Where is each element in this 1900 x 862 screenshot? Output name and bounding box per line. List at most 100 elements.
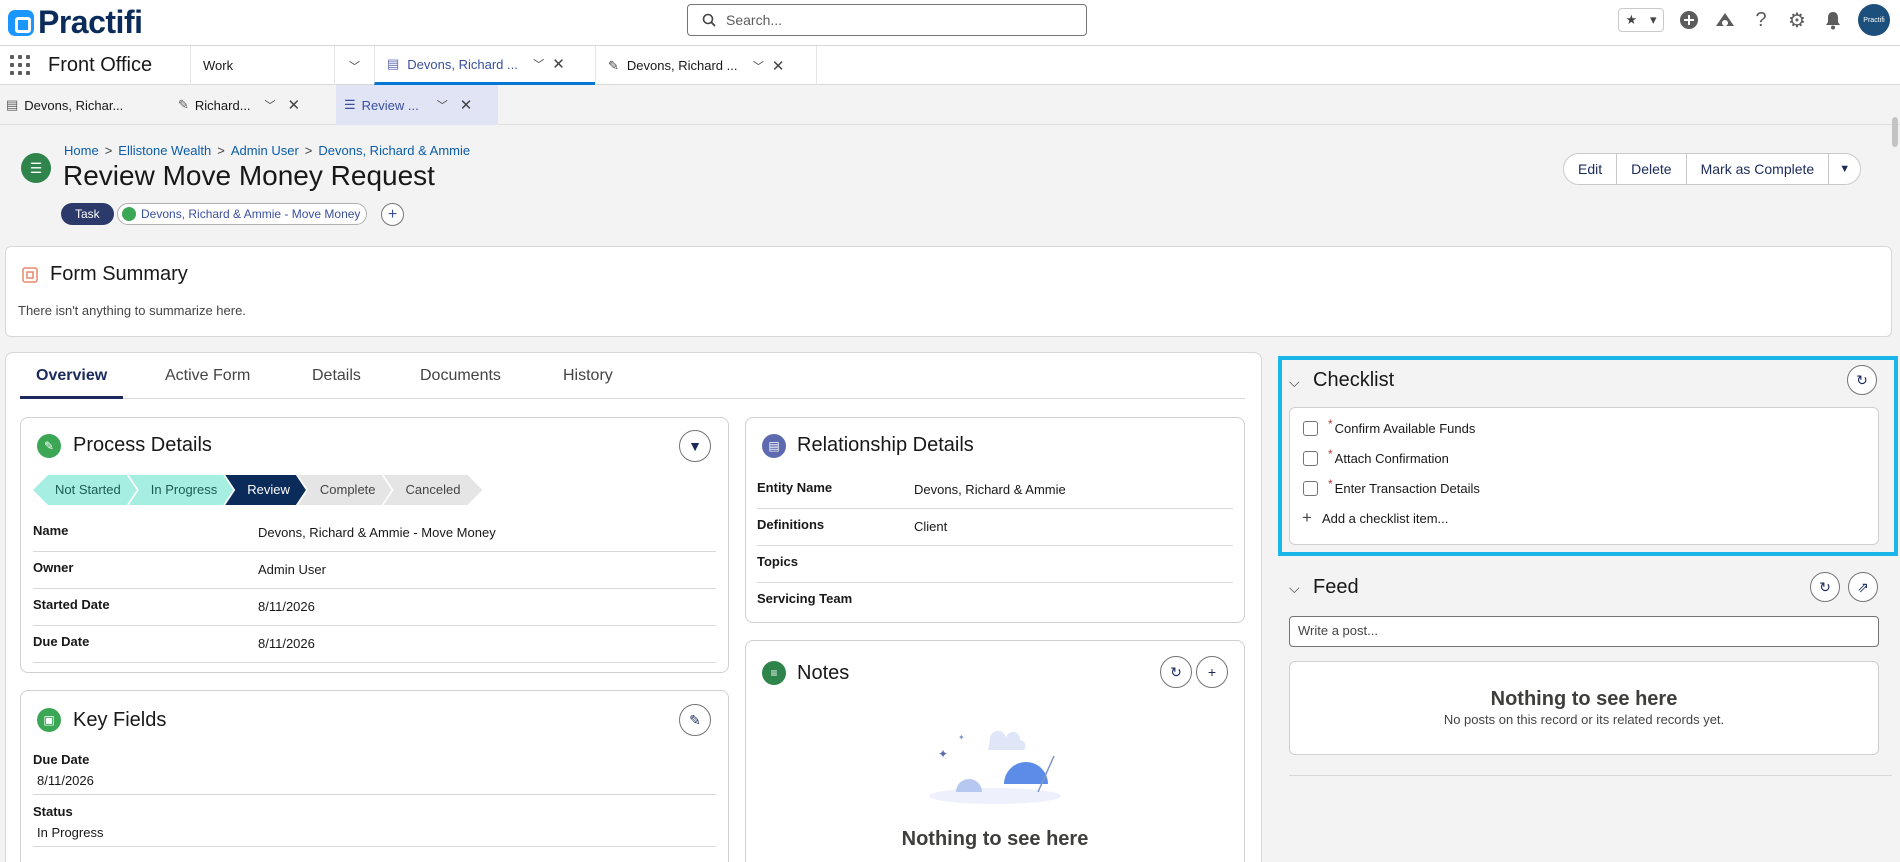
checkbox[interactable] [1303,450,1318,466]
practifi-logo[interactable]: Practifi [8,4,143,41]
add-checklist-item[interactable]: + Add a checklist item... [1302,508,1448,528]
plus-icon: + [1302,508,1312,527]
owner-link[interactable]: Admin User [258,562,326,577]
plus-icon: + [1207,664,1217,680]
stage-not-started[interactable]: Not Started [33,475,137,505]
stage-complete[interactable]: Complete [298,475,392,505]
divider [1289,775,1892,776]
account-icon: ▤ [6,97,19,112]
popout-feed-button[interactable]: ⇗ [1848,572,1878,602]
mark-complete-button[interactable]: Mark as Complete [1685,154,1829,184]
checkbox[interactable] [1303,480,1318,496]
delete-button[interactable]: Delete [1616,154,1685,184]
edit-button[interactable]: Edit [1564,154,1616,184]
page-scrollbar[interactable] [1892,117,1898,147]
form-summary-title: Form Summary [50,263,188,285]
checkbox[interactable] [1303,420,1318,436]
field-row-owner: Owner Admin User [33,552,716,589]
close-icon[interactable]: ✕ [552,55,565,73]
chevron-down-icon: ﹀ [349,60,360,73]
user-avatar[interactable]: Practifi [1858,4,1890,36]
favorites-button[interactable]: ★ ▾ [1618,8,1664,32]
chevron-down-icon[interactable]: ﹀ [533,56,544,72]
subtab-richard[interactable]: ✎ Richard... ﹀ ✕ [172,85,324,125]
process-icon: ✎ [37,434,61,458]
more-actions-dropdown[interactable]: ▼ [1828,154,1860,184]
tab-active-form[interactable]: Active Form [165,352,250,399]
relationship-details-title: Relationship Details [797,434,974,456]
svg-text:✦: ✦ [958,733,965,742]
breadcrumb: Home > Ellistone Wealth > Admin User > D… [64,143,471,158]
task-icon: ✎ [608,57,619,73]
related-record-pill[interactable]: Devons, Richard & Ammie - Move Money [117,203,368,225]
stage-in-progress[interactable]: In Progress [129,475,233,505]
close-icon[interactable]: ✕ [288,96,301,114]
chevron-down-icon[interactable]: ﹀ [265,97,276,113]
chevron-down-icon[interactable]: ⌵ [1289,580,1300,597]
tab-documents[interactable]: Documents [420,352,501,399]
add-related-button[interactable]: + [381,203,404,226]
breadcrumb-ellistone[interactable]: Ellistone Wealth [118,143,211,158]
logo-icon [8,9,34,36]
global-actions-icon[interactable] [1678,9,1700,31]
refresh-feed-button[interactable]: ↻ [1810,572,1840,602]
record-type-badge: Task [61,203,114,225]
bell-icon[interactable] [1822,9,1844,31]
edit-key-fields-button[interactable]: ✎ [679,704,711,736]
chevron-down-icon: ▾ [1650,12,1657,27]
nav-overflow-dropdown[interactable]: ﹀ [334,46,374,85]
refresh-icon: ↻ [1170,663,1182,680]
external-link-icon: ⇗ [1857,578,1869,595]
chevron-down-icon: ▼ [1839,163,1851,175]
field-row-definitions: Definitions Client [757,509,1233,546]
chevron-down-icon: ▼ [688,438,702,454]
tab-overview[interactable]: Overview [20,352,124,399]
record-actions: Edit Delete Mark as Complete ▼ [1563,153,1862,185]
field-row-servicing-team: Servicing Team [757,591,853,606]
global-header: Practifi Search... ★ ▾ ? ⚙ Practifi [0,0,1900,46]
process-details-menu-button[interactable]: ▼ [679,430,711,462]
trailhead-icon[interactable] [1714,9,1736,31]
process-icon [122,207,136,221]
stage-review[interactable]: Review [225,475,306,505]
close-icon[interactable]: ✕ [772,57,785,75]
checklist-item-attach-confirmation: * Attach Confirmation [1303,447,1449,468]
gear-icon[interactable]: ⚙ [1786,9,1808,32]
breadcrumb-home[interactable]: Home [64,143,99,158]
help-icon[interactable]: ? [1750,9,1772,31]
tab-history[interactable]: History [563,352,613,399]
feed-post-input[interactable]: Write a post... [1289,616,1879,647]
feed-empty-title: Nothing to see here [1490,688,1678,710]
search-icon [702,13,716,27]
tab-details[interactable]: Details [312,352,361,399]
breadcrumb-admin-user[interactable]: Admin User [231,143,299,158]
refresh-icon: ↻ [1856,371,1868,388]
nav-tab-work[interactable]: Work [190,46,334,85]
subtab-devons[interactable]: ▤ Devons, Richar... [0,85,172,125]
close-icon[interactable]: ✕ [460,96,473,114]
account-icon: ▤ [387,56,400,71]
field-row-started-date: Started Date 8/11/2026 [33,589,716,626]
add-note-button[interactable]: + [1196,656,1228,688]
notes-icon: ≡ [762,661,786,685]
app-name: Front Office [48,54,153,76]
app-launcher-icon[interactable] [10,55,30,75]
refresh-checklist-button[interactable]: ↻ [1847,365,1877,395]
form-summary-card: Form Summary There isn't anything to sum… [5,246,1892,337]
stage-canceled[interactable]: Canceled [384,475,483,505]
refresh-notes-button[interactable]: ↻ [1160,656,1192,688]
nav-tab-devons-1[interactable]: ▤ Devons, Richard ... ﹀ ✕ [374,46,595,85]
key-field-status: Status In Progress [33,804,716,847]
key-field-due-date: Due Date 8/11/2026 [33,752,716,795]
notes-title: Notes [797,662,850,684]
field-row-due-date: Due Date 8/11/2026 [33,626,716,663]
global-search-input[interactable]: Search... [687,4,1087,36]
stage-path: Not Started In Progress Review Complete … [33,475,474,505]
nav-tab-devons-2[interactable]: ✎ Devons, Richard ... ﹀ ✕ [595,46,816,85]
breadcrumb-devons[interactable]: Devons, Richard & Ammie [318,143,470,158]
chevron-down-icon[interactable]: ﹀ [753,58,764,74]
chevron-down-icon[interactable]: ﹀ [437,97,448,113]
subtab-review[interactable]: ☰ Review ... ﹀ ✕ [336,85,498,125]
chevron-down-icon[interactable]: ⌵ [1289,374,1300,391]
task-icon: ✎ [178,97,189,112]
